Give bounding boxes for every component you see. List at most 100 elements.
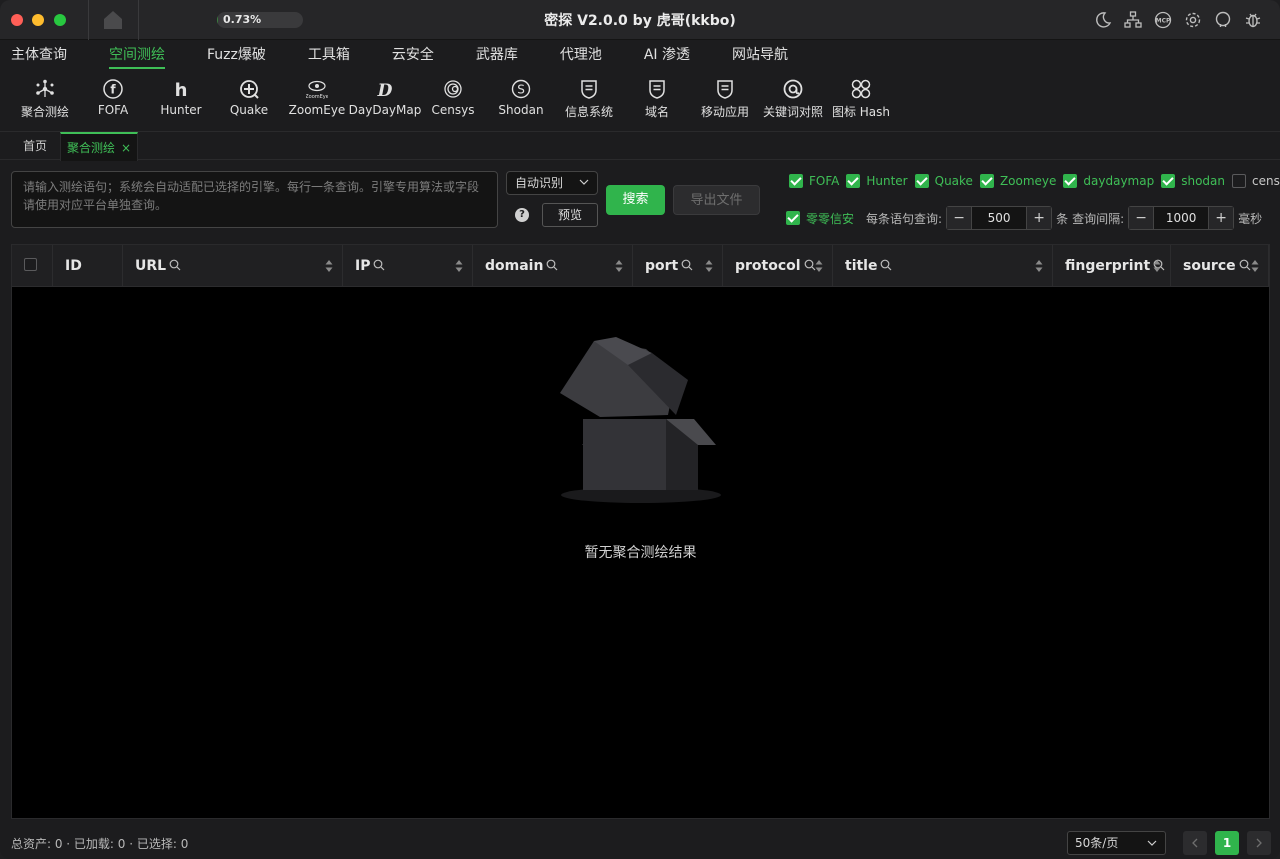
menu-item-7[interactable]: AI 渗透 <box>644 40 690 70</box>
column-header-title[interactable]: title <box>833 245 1053 287</box>
preview-button[interactable]: 预览 <box>542 203 598 227</box>
engine-checkbox[interactable] <box>1232 174 1246 188</box>
engine-label: Hunter <box>866 174 908 188</box>
sort-icon[interactable] <box>705 259 713 273</box>
sort-icon[interactable] <box>455 259 463 273</box>
engine-label: Zoomeye <box>999 174 1057 188</box>
toolbar-shodan-button[interactable]: S Shodan <box>487 72 555 126</box>
toolbar-hunter-button[interactable]: h Hunter <box>147 72 215 126</box>
main-menu: 主体查询 空间测绘 Fuzz爆破 工具箱 云安全 武器库 代理池 AI 渗透 网站导航 <box>0 40 1280 70</box>
moon-icon[interactable] <box>1094 11 1112 29</box>
sort-icon[interactable] <box>815 259 823 273</box>
toolbar-censys-button[interactable]: Censys <box>419 72 487 126</box>
sort-icon[interactable] <box>1251 259 1259 273</box>
query-input[interactable]: 请输入测绘语句；系统会自动适配已选择的引擎。每行一条查询。引擎专用算法或字段请使… <box>11 171 498 228</box>
engine-option-hunter[interactable]: Hunter <box>846 174 908 188</box>
column-header-port[interactable]: port <box>633 245 723 287</box>
engine-option-fofa[interactable]: FOFA <box>789 174 839 188</box>
bug-icon[interactable] <box>1244 11 1262 29</box>
github-icon[interactable] <box>1214 11 1232 29</box>
column-search-icon[interactable] <box>681 259 693 271</box>
toolbar-info-system-button[interactable]: 信息系统 <box>555 72 623 126</box>
lingling-label: 零零信安 <box>806 211 855 226</box>
column-header-url[interactable]: URL <box>123 245 343 287</box>
engine-option-daydaymap[interactable]: daydaymap <box>1063 174 1154 188</box>
interval-decrement-button[interactable]: − <box>1129 207 1154 229</box>
column-search-icon[interactable] <box>169 259 181 271</box>
engine-option-censys[interactable]: censys <box>1232 174 1280 188</box>
engine-option-shodan[interactable]: shodan <box>1161 174 1225 188</box>
sort-icon[interactable] <box>1035 259 1043 273</box>
column-header-ip[interactable]: IP <box>343 245 473 287</box>
toolbar-keyword-button[interactable]: 关键词对照 <box>759 72 827 126</box>
chevron-down-icon <box>1147 840 1157 846</box>
export-button[interactable]: 导出文件 <box>673 185 760 215</box>
title-bar: 0.73% 密探 V2.0.0 by 虎哥(kkbo) MCP <box>0 0 1280 40</box>
engine-checkbox[interactable] <box>1063 174 1078 188</box>
column-search-icon[interactable] <box>804 259 816 271</box>
page-1-button[interactable]: 1 <box>1215 831 1239 855</box>
engine-checkbox[interactable] <box>979 174 994 188</box>
tab-home[interactable]: 首页 <box>12 132 58 160</box>
close-tab-icon[interactable]: × <box>121 134 131 162</box>
toolbar-fofa-button[interactable]: f FOFA <box>79 72 147 126</box>
column-header-id[interactable]: ID <box>53 245 123 287</box>
column-header-fingerprint[interactable]: fingerprint <box>1053 245 1171 287</box>
engine-checkbox[interactable] <box>789 174 803 188</box>
menu-item-1[interactable]: 空间测绘 <box>109 40 165 70</box>
menu-item-3[interactable]: 工具箱 <box>308 40 350 70</box>
select-all-checkbox[interactable] <box>24 258 37 271</box>
menu-item-4[interactable]: 云安全 <box>392 40 434 70</box>
toolbar-label: 关键词对照 <box>762 105 823 119</box>
column-header-protocol[interactable]: protocol <box>723 245 833 287</box>
menu-item-2[interactable]: Fuzz爆破 <box>207 40 266 70</box>
tab-aggregate[interactable]: 聚合测绘 × <box>60 132 138 161</box>
toolbar-daydaymap-button[interactable]: D DayDayMap <box>349 72 422 126</box>
toolbar-zoomeye-button[interactable]: ZoomEye ZoomEye <box>283 72 351 126</box>
engine-checkbox[interactable] <box>846 174 861 188</box>
per-query-decrement-button[interactable]: − <box>947 207 972 229</box>
mcp-icon[interactable]: MCP <box>1154 11 1172 29</box>
next-page-button[interactable] <box>1247 831 1271 855</box>
engine-option-zoomeye[interactable]: Zoomeye <box>979 174 1057 188</box>
svg-text:h: h <box>175 80 188 100</box>
network-icon[interactable] <box>1124 11 1142 29</box>
column-search-icon[interactable] <box>1239 259 1251 271</box>
sort-icon[interactable] <box>615 259 623 273</box>
toolbar-icon-hash-button[interactable]: 图标 Hash <box>827 72 895 126</box>
menu-item-8[interactable]: 网站导航 <box>732 40 788 70</box>
engine-checkbox[interactable] <box>914 174 929 188</box>
column-header-source[interactable]: source <box>1171 245 1269 287</box>
menu-item-5[interactable]: 武器库 <box>476 40 518 70</box>
toolbar-quake-button[interactable]: Quake <box>215 72 283 126</box>
column-search-icon[interactable] <box>880 259 892 271</box>
menu-item-0[interactable]: 主体查询 <box>11 40 67 70</box>
toolbar-domain-button[interactable]: 域名 <box>623 72 691 126</box>
sort-icon[interactable] <box>325 259 333 273</box>
page-size-select[interactable]: 50条/页 <box>1067 831 1166 855</box>
gear-icon[interactable] <box>1184 11 1202 29</box>
per-query-increment-button[interactable]: + <box>1027 207 1052 229</box>
app-title: 密探 V2.0.0 by 虎哥(kkbo) <box>544 13 736 29</box>
help-icon[interactable]: ? <box>515 208 529 222</box>
column-header-label: title <box>845 258 878 274</box>
lingling-checkbox[interactable] <box>786 211 800 225</box>
column-search-icon[interactable] <box>373 259 385 271</box>
engine-checkbox[interactable] <box>1161 174 1176 188</box>
per-query-input[interactable]: 500 <box>971 207 1028 229</box>
interval-increment-button[interactable]: + <box>1209 207 1234 229</box>
svg-text:D: D <box>377 81 393 100</box>
mode-select[interactable]: 自动识别 <box>506 171 598 195</box>
interval-input[interactable]: 1000 <box>1153 207 1210 229</box>
column-search-icon[interactable] <box>546 259 558 271</box>
toolbar-mobile-app-button[interactable]: 移动应用 <box>691 72 759 126</box>
engine-option-quake[interactable]: Quake <box>914 174 973 188</box>
column-header-domain[interactable]: domain <box>473 245 633 287</box>
sort-icon[interactable] <box>1153 259 1161 273</box>
search-button[interactable]: 搜索 <box>606 185 665 215</box>
zoomeye-icon: ZoomEye <box>306 80 328 100</box>
menu-item-6[interactable]: 代理池 <box>560 40 602 70</box>
prev-page-button[interactable] <box>1183 831 1207 855</box>
toolbar-label: Censys <box>431 103 475 117</box>
toolbar-aggregate-button[interactable]: 聚合测绘 <box>11 72 79 126</box>
